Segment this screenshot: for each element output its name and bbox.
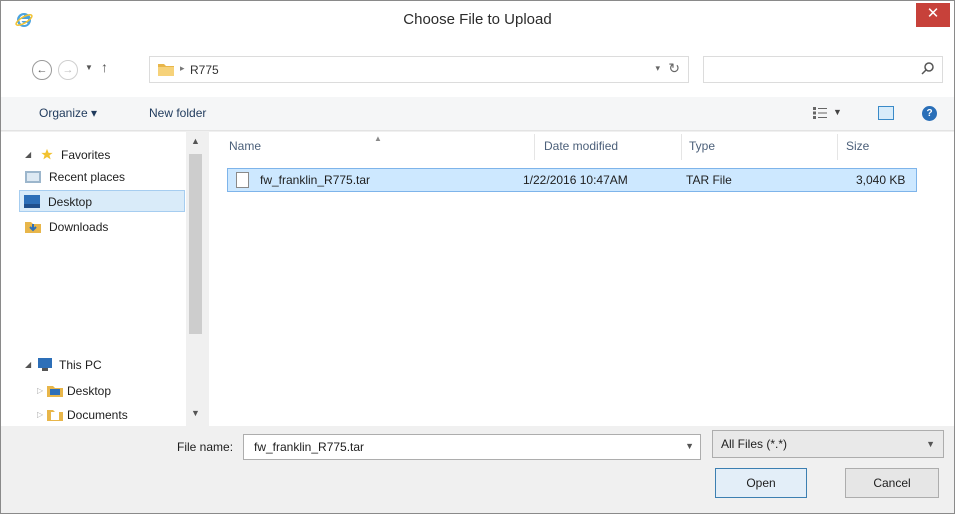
collapse-triangle-icon[interactable]: ◢	[25, 144, 31, 166]
downloads-icon	[25, 222, 41, 233]
file-name-label: File name:	[177, 440, 234, 454]
nav-documents[interactable]: ▷ Documents	[37, 404, 179, 426]
date-modified-cell: 1/22/2016 10:47AM	[523, 173, 628, 187]
close-button[interactable]: ✕	[916, 3, 950, 27]
cancel-button[interactable]: Cancel	[845, 468, 939, 498]
scroll-up-icon[interactable]: ▲	[191, 136, 200, 146]
chevron-down-icon[interactable]: ▼	[926, 439, 935, 449]
nav-label: Favorites	[61, 148, 111, 162]
chevron-down-icon[interactable]: ▼	[685, 441, 694, 451]
command-toolbar: Organize ▾ New folder ▼ ?	[1, 97, 954, 131]
column-header-date[interactable]: Date modified	[544, 139, 618, 153]
file-name-value: fw_franklin_R775.tar	[254, 440, 365, 454]
organize-button[interactable]: Organize ▾	[39, 106, 97, 120]
star-icon	[41, 148, 53, 160]
nav-desktop[interactable]: Desktop	[19, 190, 185, 212]
address-row: ← → ▼ ↑ ▸ R775 ▾ ↻	[1, 39, 954, 97]
folder-icon	[158, 64, 174, 76]
nav-label: Desktop	[67, 384, 112, 398]
nav-label: Downloads	[49, 220, 109, 234]
address-bar[interactable]: ▸ R775 ▾ ↻	[149, 56, 689, 83]
file-size-cell: 3,040 KB	[856, 173, 906, 187]
change-view-icon[interactable]	[813, 107, 827, 119]
nav-recent-places[interactable]: Recent places	[23, 166, 183, 188]
table-row[interactable]: fw_franklin_R775.tar 1/22/2016 10:47AM T…	[227, 168, 917, 192]
nav-label: Recent places	[49, 170, 126, 184]
nav-pc-desktop[interactable]: ▷ Desktop	[37, 380, 179, 402]
breadcrumb-separator-icon: ▸	[180, 63, 185, 73]
desktop-icon	[24, 195, 40, 208]
column-header-type[interactable]: Type	[689, 139, 715, 153]
expand-triangle-icon[interactable]: ▷	[37, 380, 43, 402]
computer-icon	[38, 358, 52, 371]
desktop-folder-icon	[47, 386, 63, 397]
close-icon: ✕	[926, 5, 940, 22]
file-name-cell: fw_franklin_R775.tar	[260, 173, 371, 187]
nav-scrollbar[interactable]: ▲ ▼	[186, 132, 205, 426]
dialog-footer: File name: fw_franklin_R775.tar ▼ All Fi…	[1, 426, 954, 513]
sort-ascending-icon: ▲	[374, 134, 382, 143]
recent-places-icon	[25, 171, 41, 183]
column-divider[interactable]	[681, 134, 682, 160]
documents-icon	[47, 410, 63, 421]
breadcrumb-path[interactable]: R775	[190, 63, 219, 77]
window-title: Choose File to Upload	[403, 11, 552, 28]
column-header-name[interactable]: Name	[229, 139, 261, 153]
file-icon	[236, 172, 249, 188]
search-icon	[921, 62, 934, 75]
refresh-icon[interactable]: ↻	[668, 60, 680, 77]
expand-triangle-icon[interactable]: ▷	[37, 404, 43, 426]
scrollbar-thumb[interactable]	[189, 154, 202, 334]
title-bar: Choose File to Upload ✕	[1, 1, 954, 39]
collapse-triangle-icon[interactable]: ◢	[25, 354, 31, 376]
forward-button[interactable]: →	[58, 60, 78, 80]
back-arrow-icon: ←	[36, 64, 48, 76]
column-divider[interactable]	[534, 134, 535, 160]
scroll-down-icon[interactable]: ▼	[191, 408, 200, 418]
file-dialog-window: Choose File to Upload ✕ ← → ▼ ↑ ▸ R775 ▾…	[0, 0, 955, 514]
nav-label: This PC	[59, 358, 102, 372]
preview-pane-icon[interactable]	[878, 106, 894, 120]
nav-favorites[interactable]: ◢ Favorites	[25, 144, 181, 166]
navigation-pane: ◢ Favorites Recent places Desktop Downlo…	[1, 132, 205, 426]
view-options-dropdown-icon[interactable]: ▼	[833, 107, 842, 117]
new-folder-button[interactable]: New folder	[149, 106, 206, 120]
file-name-input[interactable]: fw_franklin_R775.tar ▼	[243, 434, 701, 460]
file-type-cell: TAR File	[686, 173, 732, 187]
recent-locations-dropdown[interactable]: ▼	[85, 63, 93, 72]
column-header-size[interactable]: Size	[846, 139, 869, 153]
file-list: Name ▲ Date modified Type Size fw_frankl…	[209, 132, 954, 426]
nav-label: Documents	[67, 408, 128, 422]
file-type-select[interactable]: All Files (*.*) ▼	[712, 430, 944, 458]
column-divider[interactable]	[837, 134, 838, 160]
address-dropdown-icon[interactable]: ▾	[655, 63, 660, 74]
file-type-value: All Files (*.*)	[721, 437, 788, 451]
nav-label: Desktop	[48, 195, 93, 209]
search-input[interactable]	[703, 56, 943, 83]
back-button[interactable]: ←	[32, 60, 52, 80]
nav-this-pc[interactable]: ◢ This PC	[25, 354, 181, 376]
help-icon[interactable]: ?	[922, 106, 937, 121]
forward-arrow-icon: →	[62, 64, 74, 76]
nav-downloads[interactable]: Downloads	[23, 216, 183, 238]
open-button[interactable]: Open	[715, 468, 807, 498]
up-folder-button[interactable]: ↑	[101, 59, 108, 75]
